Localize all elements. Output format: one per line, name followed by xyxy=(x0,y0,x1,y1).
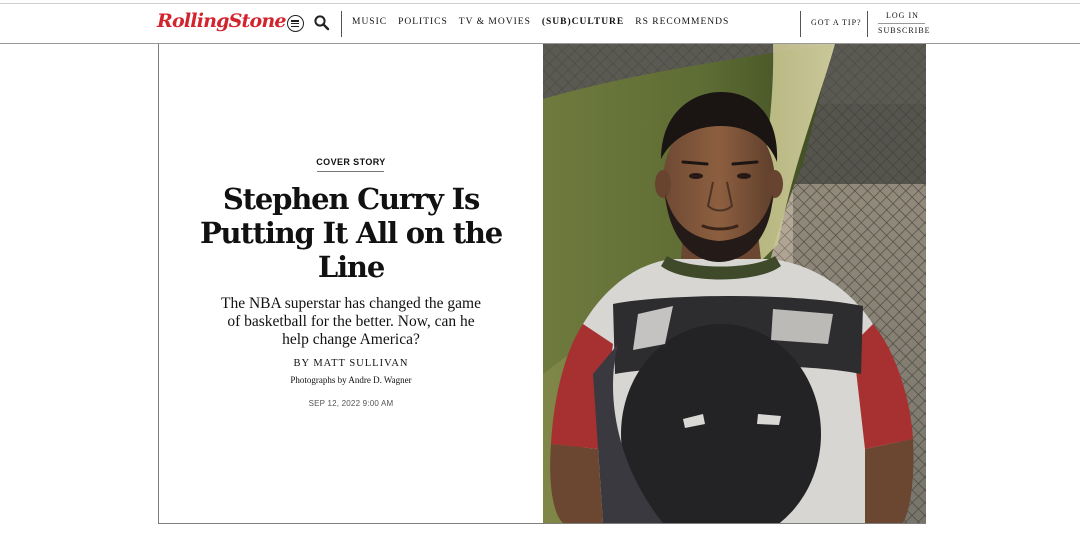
got-a-tip-link[interactable]: GOT A TIP? xyxy=(811,18,862,27)
menu-icon[interactable] xyxy=(287,15,304,32)
header-divider xyxy=(341,11,342,37)
article-byline[interactable]: BY MATT SULLIVAN xyxy=(159,358,543,369)
nav-item-music[interactable]: MUSIC xyxy=(352,17,387,27)
article-intro: COVER STORY Stephen Curry Is Putting It … xyxy=(159,44,543,523)
article-dek: The NBA superstar has changed the game o… xyxy=(221,295,481,348)
site-header: RollingStone MUSIC POLITICS TV & MOVIES … xyxy=(0,4,1080,44)
main-nav: MUSIC POLITICS TV & MOVIES (SUB)CULTURE … xyxy=(352,17,740,27)
article-headline: Stephen Curry Is Putting It All on the L… xyxy=(199,182,503,284)
subscribe-link[interactable]: SUBSCRIBE xyxy=(878,26,931,35)
header-divider xyxy=(800,11,801,37)
nav-item-subculture[interactable]: (SUB)CULTURE xyxy=(542,17,624,27)
search-icon[interactable] xyxy=(313,14,331,32)
login-link[interactable]: LOG IN xyxy=(886,11,919,20)
nav-item-rs-recommends[interactable]: RS RECOMMENDS xyxy=(635,17,729,27)
account-divider xyxy=(878,23,925,24)
publish-date: SEP 12, 2022 9:00 AM xyxy=(308,399,394,408)
article-kicker[interactable]: COVER STORY xyxy=(159,157,543,167)
kicker-underline xyxy=(317,171,384,172)
cover-photo xyxy=(543,44,926,523)
rolling-stone-logo[interactable]: RollingStone xyxy=(157,10,287,32)
nav-item-tv-movies[interactable]: TV & MOVIES xyxy=(459,17,531,27)
photo-credit: Photographs by Andre D. Wagner xyxy=(290,375,412,385)
article-hero: COVER STORY Stephen Curry Is Putting It … xyxy=(158,44,926,524)
header-divider xyxy=(867,11,868,37)
nav-item-politics[interactable]: POLITICS xyxy=(398,17,448,27)
